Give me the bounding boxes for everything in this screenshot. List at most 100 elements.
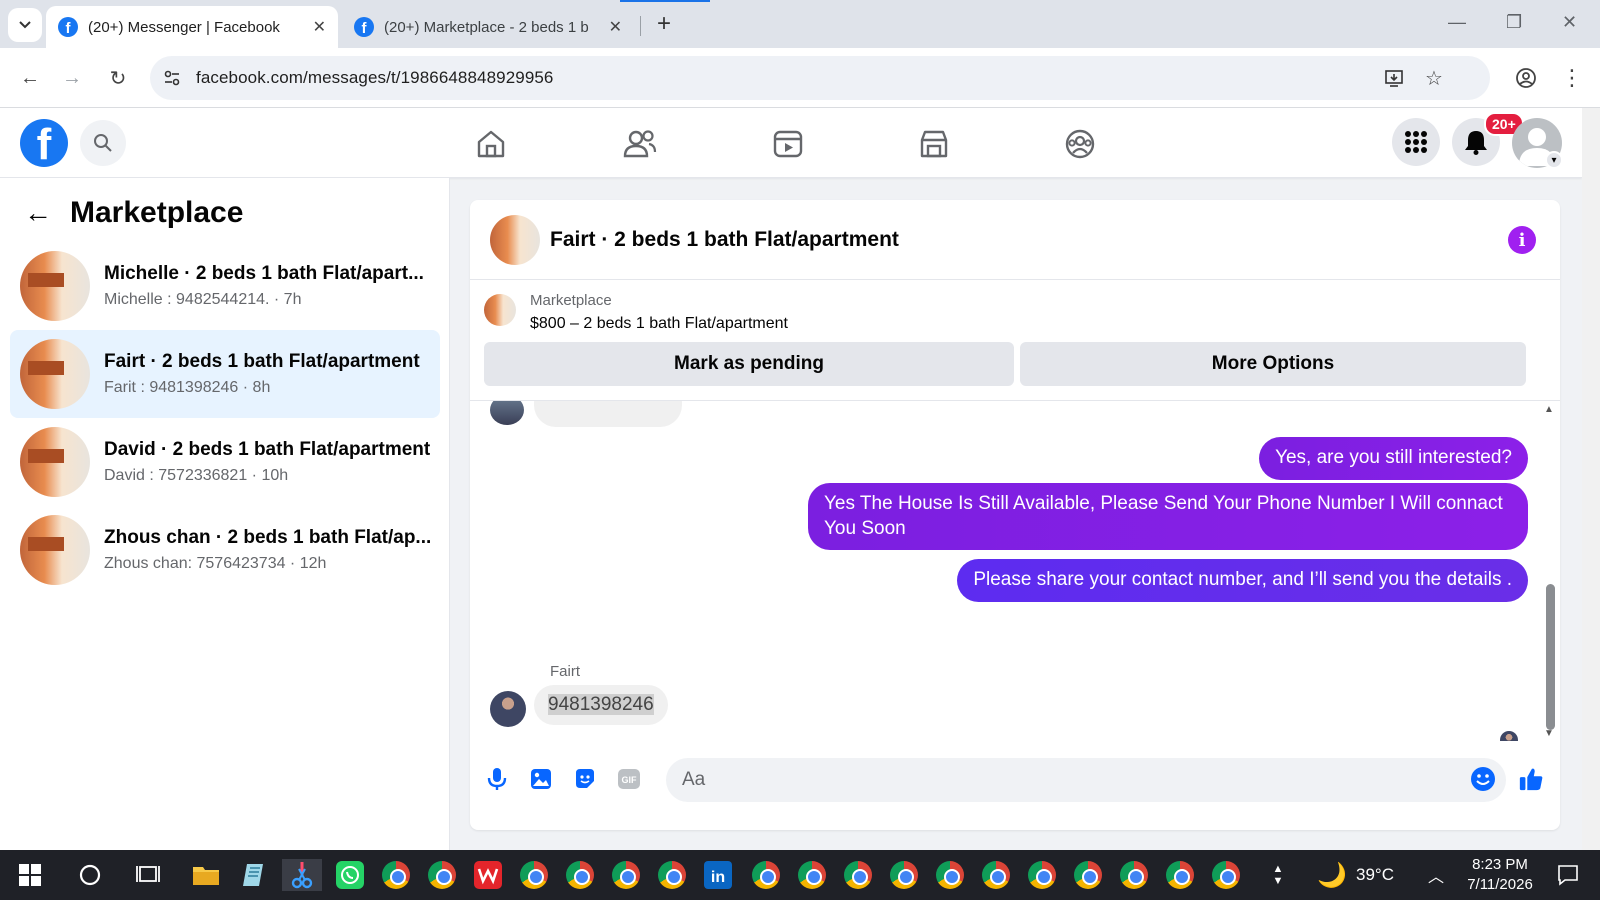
conversation-preview: David : 7572336821 · 10h — [104, 467, 289, 484]
clock-time[interactable]: 8:23 PM — [1462, 856, 1538, 873]
scroll-up-icon[interactable]: ▲ — [1544, 404, 1554, 415]
marketplace-label: Marketplace — [530, 292, 612, 309]
home-icon[interactable] — [471, 124, 511, 164]
chrome-profile-icon[interactable] — [796, 859, 828, 891]
install-app-icon[interactable] — [1382, 66, 1406, 90]
grid-menu-icon — [1405, 131, 1427, 153]
listing-thumbnail[interactable] — [490, 214, 540, 265]
wps-office-icon[interactable] — [472, 859, 504, 891]
listing-thumbnail — [20, 515, 90, 585]
tab-marketplace[interactable]: f (20+) Marketplace - 2 beds 1 b ✕ — [342, 6, 634, 48]
page-scrollbar[interactable] — [1582, 108, 1600, 850]
chrome-profile-icon[interactable] — [564, 859, 596, 891]
info-icon[interactable]: i — [1508, 226, 1536, 254]
conversation-item[interactable]: Michelle · 2 beds 1 bath Flat/apart... M… — [10, 242, 440, 330]
close-window-icon[interactable]: ✕ — [1562, 12, 1577, 33]
chrome-profile-icon[interactable] — [750, 859, 782, 891]
chrome-profile-icon[interactable] — [980, 859, 1012, 891]
conversation-item[interactable]: David · 2 beds 1 bath Flat/apartment Dav… — [10, 418, 440, 506]
chrome-profile-icon[interactable] — [1210, 859, 1242, 891]
selected-message-text[interactable]: 9481398246 — [548, 694, 654, 715]
weather-temperature[interactable]: 39°C — [1356, 865, 1394, 885]
chrome-profile-icon[interactable] — [842, 859, 874, 891]
taskbar-scroll-icon[interactable]: ▲ ▼ — [1262, 859, 1294, 891]
chrome-profile-icon[interactable] — [1026, 859, 1058, 891]
tab-messenger[interactable]: f (20+) Messenger | Facebook ✕ — [46, 6, 338, 48]
marketplace-icon[interactable] — [914, 124, 954, 164]
gif-icon[interactable]: GIF — [616, 766, 642, 792]
weather-moon-icon[interactable]: 🌙 — [1316, 859, 1348, 891]
back-icon[interactable]: ← — [16, 64, 44, 92]
chrome-profile-icon[interactable] — [518, 859, 550, 891]
message-input-placeholder: Aa — [682, 769, 706, 790]
chrome-icon[interactable] — [380, 859, 412, 891]
page-title: Marketplace — [70, 196, 244, 229]
chrome-profile-icon[interactable] — [1164, 859, 1196, 891]
message-bubble-outgoing[interactable]: Yes, are you still interested? — [1259, 437, 1528, 480]
message-bubble-outgoing[interactable]: Please share your contact number, and I’… — [957, 559, 1528, 602]
mark-as-pending-button[interactable]: Mark as pending — [484, 342, 1014, 386]
friends-icon[interactable] — [620, 124, 660, 164]
menu-button[interactable] — [1392, 118, 1440, 166]
chrome-profile-icon[interactable] — [888, 859, 920, 891]
file-explorer-icon[interactable] — [190, 859, 222, 891]
windows-start-icon[interactable] — [14, 859, 46, 891]
message-bubble-incoming[interactable]: 9481398246 — [534, 685, 668, 725]
tab-search-button[interactable] — [8, 8, 42, 42]
facebook-logo[interactable]: f — [20, 119, 68, 167]
chrome-profile-icon[interactable] — [656, 859, 688, 891]
forward-icon[interactable]: → — [58, 64, 86, 92]
whatsapp-icon[interactable] — [334, 859, 366, 891]
scroll-down-icon[interactable]: ▼ — [1544, 728, 1554, 739]
browser-menu-icon[interactable]: ⋮ — [1558, 64, 1586, 92]
new-tab-button[interactable]: + — [650, 10, 678, 38]
photo-icon[interactable] — [528, 766, 554, 792]
scrollbar-thumb[interactable] — [1546, 584, 1555, 730]
message-composer: GIF Aa — [470, 750, 1560, 810]
video-icon[interactable] — [768, 124, 808, 164]
address-bar[interactable]: facebook.com/messages/t/1986648848929956… — [150, 56, 1490, 100]
search-button[interactable] — [80, 120, 126, 166]
snipping-tool-icon[interactable] — [282, 859, 322, 891]
chrome-profile-icon[interactable] — [1118, 859, 1150, 891]
message-input[interactable]: Aa — [666, 758, 1506, 802]
groups-icon[interactable] — [1060, 124, 1100, 164]
account-caret-icon[interactable]: ▾ — [1545, 151, 1563, 169]
facebook-favicon-icon: f — [354, 17, 374, 37]
chat-scrollbar[interactable]: ▲ ▼ — [1544, 404, 1558, 739]
close-tab-icon[interactable]: ✕ — [609, 17, 622, 37]
clock-date[interactable]: 7/11/2026 — [1456, 876, 1544, 893]
task-view-icon[interactable] — [132, 859, 164, 891]
chat-title[interactable]: Fairt · 2 beds 1 bath Flat/apartment — [550, 228, 899, 252]
chrome-profile-icon[interactable] — [1072, 859, 1104, 891]
facebook-header: f 20+ ▾ — [0, 108, 1582, 178]
tab-title: (20+) Messenger | Facebook — [88, 18, 280, 36]
conversation-item-selected[interactable]: Fairt · 2 beds 1 bath Flat/apartment Far… — [10, 330, 440, 418]
bookmark-star-icon[interactable]: ☆ — [1422, 66, 1446, 90]
emoji-icon[interactable] — [1470, 766, 1496, 792]
message-bubble-outgoing[interactable]: Yes The House Is Still Available, Please… — [808, 483, 1528, 551]
close-tab-icon[interactable]: ✕ — [313, 17, 326, 37]
sender-name: Fairt — [550, 663, 580, 680]
minimize-icon[interactable]: — — [1448, 12, 1466, 33]
linkedin-icon[interactable]: in — [702, 859, 734, 891]
chrome-profile-icon[interactable] — [934, 859, 966, 891]
sticker-icon[interactable] — [572, 766, 598, 792]
chrome-icon[interactable] — [426, 859, 458, 891]
profile-icon[interactable] — [1512, 64, 1540, 92]
search-circle-icon[interactable] — [74, 859, 106, 891]
back-arrow-icon[interactable]: ← — [24, 197, 52, 229]
conversation-item[interactable]: Zhous chan · 2 beds 1 bath Flat/ap... Zh… — [10, 506, 440, 594]
reload-icon[interactable]: ↻ — [104, 64, 132, 92]
notepad-icon[interactable] — [238, 859, 270, 891]
thumbs-up-icon[interactable] — [1518, 766, 1544, 792]
site-info-icon[interactable] — [160, 66, 184, 90]
notification-center-icon[interactable] — [1552, 859, 1584, 891]
sender-avatar[interactable] — [490, 691, 526, 727]
chrome-profile-icon[interactable] — [610, 859, 642, 891]
restore-icon[interactable]: ❐ — [1506, 12, 1522, 33]
microphone-icon[interactable] — [484, 766, 510, 792]
listing-price-title[interactable]: $800 – 2 beds 1 bath Flat/apartment — [530, 315, 788, 333]
show-hidden-icons-chevron-icon[interactable]: ︿ — [1420, 859, 1452, 891]
more-options-button[interactable]: More Options — [1020, 342, 1526, 386]
